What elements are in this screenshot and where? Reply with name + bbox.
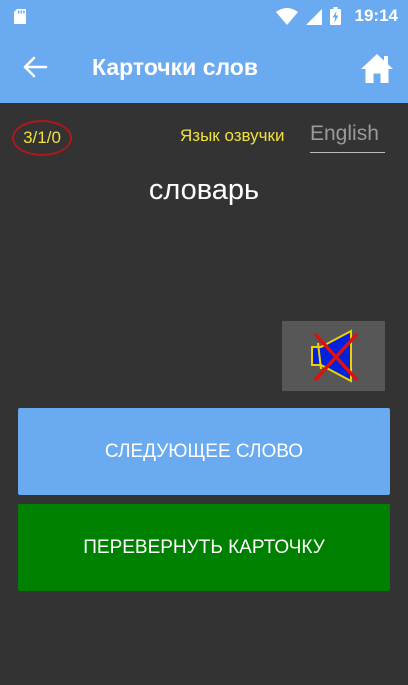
voice-language-select[interactable]: English	[310, 118, 385, 153]
page-title: Карточки слов	[92, 54, 258, 80]
card-counter: 3/1/0	[12, 120, 72, 156]
app-bar: Карточки слов	[0, 32, 408, 103]
sound-toggle-button[interactable]	[282, 321, 385, 391]
status-bar: 19:14	[0, 0, 408, 32]
flip-card-button[interactable]: ПЕРЕВЕРНУТЬ КАРТОЧКУ	[18, 504, 390, 591]
status-time: 19:14	[354, 6, 398, 25]
arrow-left-icon[interactable]	[22, 54, 48, 80]
wifi-icon	[275, 7, 298, 25]
sd-card-icon	[14, 9, 26, 24]
battery-charging-icon	[329, 7, 341, 25]
next-word-button[interactable]: СЛЕДУЮЩЕЕ СЛОВО	[18, 408, 390, 495]
signal-icon	[305, 8, 322, 25]
card-word: словарь	[148, 174, 260, 206]
home-icon[interactable]	[360, 52, 394, 84]
speaker-muted-icon	[311, 329, 359, 383]
voice-language-label: Язык озвучки	[180, 126, 285, 145]
